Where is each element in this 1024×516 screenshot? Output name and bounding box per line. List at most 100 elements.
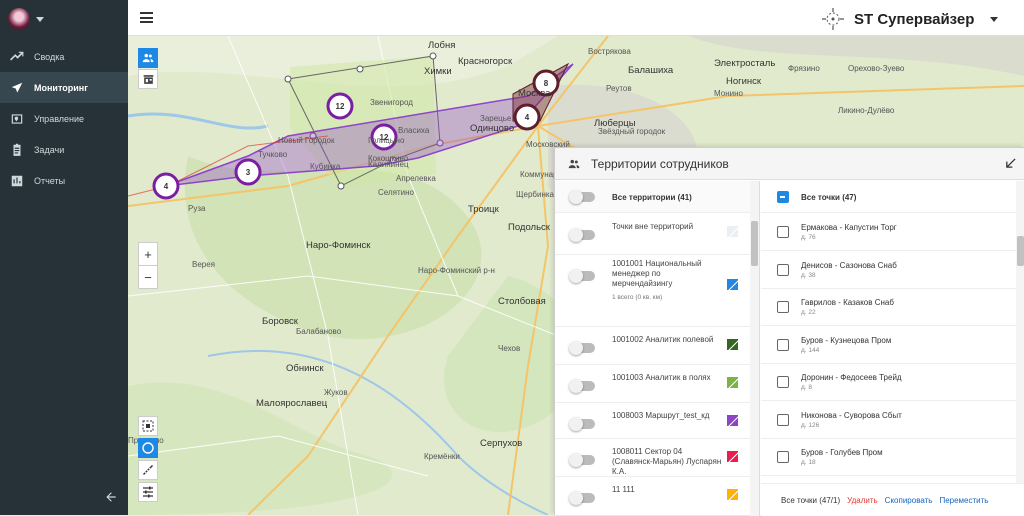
territory-title: Точки вне территорий: [612, 222, 694, 231]
map-marker-icon: [11, 113, 23, 124]
map-place-label: Одинцово: [470, 123, 515, 134]
cluster-marker[interactable]: 4: [513, 103, 541, 131]
point-checkbox[interactable]: [777, 263, 789, 276]
avatar[interactable]: [8, 8, 30, 30]
ruler-button[interactable]: [138, 460, 158, 480]
delete-link[interactable]: Удалить: [847, 496, 878, 505]
cluster-marker[interactable]: 12: [326, 92, 354, 120]
point-row[interactable]: Буров - Голубев Пром д. 18: [761, 439, 1016, 476]
trend-icon: [10, 51, 24, 60]
map-place-label: Жуков: [324, 388, 348, 397]
sidebar-item-monitoring[interactable]: Мониторинг: [0, 72, 128, 103]
point-checkbox[interactable]: [777, 226, 789, 238]
territory-color-swatch[interactable]: [727, 339, 738, 350]
all-territories-toggle[interactable]: [569, 190, 595, 204]
all-points-checkbox[interactable]: [777, 191, 789, 203]
point-name: Буров - Голубев Пром: [801, 448, 883, 457]
chevron-down-icon[interactable]: [990, 16, 999, 22]
territory-color-swatch[interactable]: [727, 226, 738, 237]
cluster-count: 4: [525, 113, 530, 122]
point-checkbox[interactable]: [777, 338, 789, 351]
territory-toggle[interactable]: [569, 379, 595, 393]
territory-row[interactable]: 11 111: [555, 477, 750, 516]
arrow-left-icon[interactable]: [104, 490, 118, 504]
sidebar-item-tasks[interactable]: Задачи: [0, 134, 128, 165]
map-place-label: Обнинск: [286, 363, 324, 374]
point-house: д. 22: [801, 309, 816, 316]
sidebar-item-label: Мониторинг: [34, 82, 88, 93]
point-checkbox[interactable]: [777, 301, 789, 313]
store-layer-button[interactable]: [138, 69, 158, 89]
map-place-label: Калининец: [368, 160, 409, 169]
territory-row[interactable]: 1008003 Маршрут_test_кд: [555, 403, 750, 439]
point-row[interactable]: Никонова - Суворова Сбыт д. 126: [761, 402, 1016, 439]
crosshair-logo-icon: [822, 8, 844, 30]
cluster-count: 4: [164, 182, 169, 191]
sidebar-item-label: Отчеты: [34, 175, 66, 186]
territory-title: 1008003 Маршрут_test_кд: [612, 411, 710, 420]
point-checkbox[interactable]: [777, 413, 789, 426]
zoom-out-button[interactable]: −: [138, 265, 158, 289]
points-scrollbar[interactable]: [1016, 181, 1024, 483]
cluster-marker[interactable]: 3: [234, 158, 262, 186]
map-place-label: Троицк: [468, 204, 499, 215]
territory-toggle[interactable]: [569, 453, 595, 467]
map-place-label: Чехов: [498, 344, 521, 353]
sidebar-item-management[interactable]: Управление: [0, 103, 128, 134]
all-points-row[interactable]: Все точки (47): [761, 181, 1016, 213]
all-territories-label: Все территории (41): [612, 193, 692, 202]
sidebar-item-reports[interactable]: Отчеты: [0, 165, 128, 196]
map-place-label: Власиха: [398, 126, 430, 135]
territory-toggle[interactable]: [569, 341, 595, 355]
points-list: Все точки (47) Ермакова - Капустин Торг д…: [761, 181, 1024, 516]
point-row[interactable]: Гаврилов - Казаков Снаб д. 22: [761, 289, 1016, 326]
point-row[interactable]: Доронин - Федосеев Трейд д. 8: [761, 364, 1016, 401]
territory-toggle[interactable]: [569, 269, 595, 283]
filter-settings-button[interactable]: [138, 482, 158, 502]
zoom-in-button[interactable]: +: [138, 242, 158, 266]
territory-color-swatch[interactable]: [727, 415, 738, 426]
territory-row[interactable]: 1001001 Национальный менеджер по мерченд…: [555, 255, 750, 327]
user-menu[interactable]: [0, 0, 128, 38]
point-checkbox[interactable]: [777, 376, 789, 388]
cluster-marker[interactable]: 4: [152, 172, 180, 200]
territory-toggle[interactable]: [569, 491, 595, 505]
point-house: д. 126: [801, 421, 820, 429]
territory-row[interactable]: 1001002 Аналитик полевой: [555, 327, 750, 365]
people-layer-button[interactable]: [138, 48, 158, 68]
sidebar-item-summary[interactable]: Сводка: [0, 41, 128, 72]
point-checkbox[interactable]: [777, 451, 789, 463]
territory-title: 1001001 Национальный менеджер по мерченд…: [612, 259, 702, 288]
territories-panel: Территории сотрудников Все территории (4…: [554, 147, 1024, 516]
copy-link[interactable]: Скопировать: [885, 496, 933, 505]
move-link[interactable]: Переместить: [939, 496, 988, 505]
cluster-count: 12: [336, 102, 345, 111]
territory-row[interactable]: Точки вне территорий: [555, 214, 750, 255]
collapse-arrow-icon[interactable]: [1005, 158, 1016, 169]
brand[interactable]: ST Супервайзер: [822, 8, 999, 30]
territory-row[interactable]: 1001003 Аналитик в полях: [555, 365, 750, 403]
point-row[interactable]: Денисов - Сазонова Снаб д. 38: [761, 252, 1016, 289]
map-place-label: Вострякова: [588, 47, 631, 56]
rectangle-select-icon: [142, 420, 154, 432]
territory-color-swatch[interactable]: [727, 279, 738, 290]
territory-label: 11 111: [612, 485, 722, 495]
chevron-down-icon[interactable]: [36, 16, 44, 22]
territory-color-swatch[interactable]: [727, 377, 738, 388]
map-place-label: Столбовая: [498, 296, 546, 307]
point-row[interactable]: Ермакова - Капустин Торг д. 76: [761, 214, 1016, 251]
territory-toggle[interactable]: [569, 228, 595, 242]
map-place-label: Малоярославец: [256, 398, 328, 409]
territory-color-swatch[interactable]: [727, 489, 738, 500]
rectangle-select-button[interactable]: [138, 416, 158, 436]
territories-scrollbar[interactable]: [750, 181, 759, 516]
all-territories-row[interactable]: Все территории (41): [555, 181, 750, 213]
point-row[interactable]: Буров - Кузнецова Пром д. 144: [761, 327, 1016, 364]
circle-select-button[interactable]: [138, 438, 158, 458]
clipboard-icon: [13, 143, 21, 156]
territory-row[interactable]: 1008011 Сектор 04 (Славянск-Марьян) Лусп…: [555, 439, 750, 477]
map-place-label: Монино: [714, 89, 743, 98]
territory-color-swatch[interactable]: [727, 451, 738, 462]
hamburger-menu-icon[interactable]: [140, 12, 153, 23]
territory-toggle[interactable]: [569, 417, 595, 431]
